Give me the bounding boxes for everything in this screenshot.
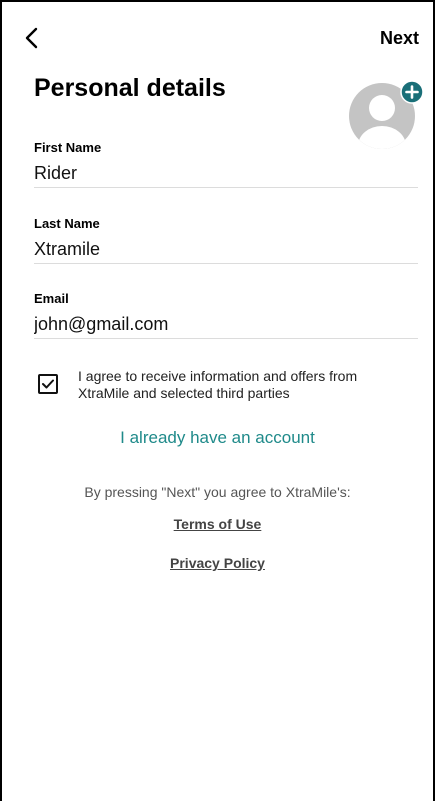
first-name-label: First Name <box>34 140 102 155</box>
consent-checkbox[interactable] <box>38 374 58 394</box>
next-button[interactable]: Next <box>380 28 419 49</box>
privacy-policy-link[interactable]: Privacy Policy <box>2 555 433 571</box>
terms-intro-text: By pressing "Next" you agree to XtraMile… <box>84 484 351 500</box>
email-input[interactable] <box>34 310 418 338</box>
screen: Next Personal details First Name Last Na… <box>0 0 435 801</box>
existing-account-link[interactable]: I already have an account <box>2 428 433 448</box>
terms-of-use-link[interactable]: Terms of Use <box>2 516 433 532</box>
last-name-input[interactable] <box>34 235 418 263</box>
plus-circle-icon <box>400 80 424 104</box>
first-name-input[interactable] <box>34 159 418 187</box>
first-name-field: First Name <box>34 140 418 188</box>
page-title: Personal details <box>34 74 226 102</box>
chevron-left-icon <box>25 27 38 49</box>
email-field: Email <box>34 291 418 339</box>
checkmark-icon <box>42 379 54 389</box>
top-bar: Next <box>2 22 433 54</box>
consent-text: I agree to receive information and offer… <box>78 368 358 401</box>
email-label: Email <box>34 291 69 306</box>
last-name-field: Last Name <box>34 216 418 264</box>
last-name-label: Last Name <box>34 216 100 231</box>
back-button[interactable] <box>20 24 48 52</box>
